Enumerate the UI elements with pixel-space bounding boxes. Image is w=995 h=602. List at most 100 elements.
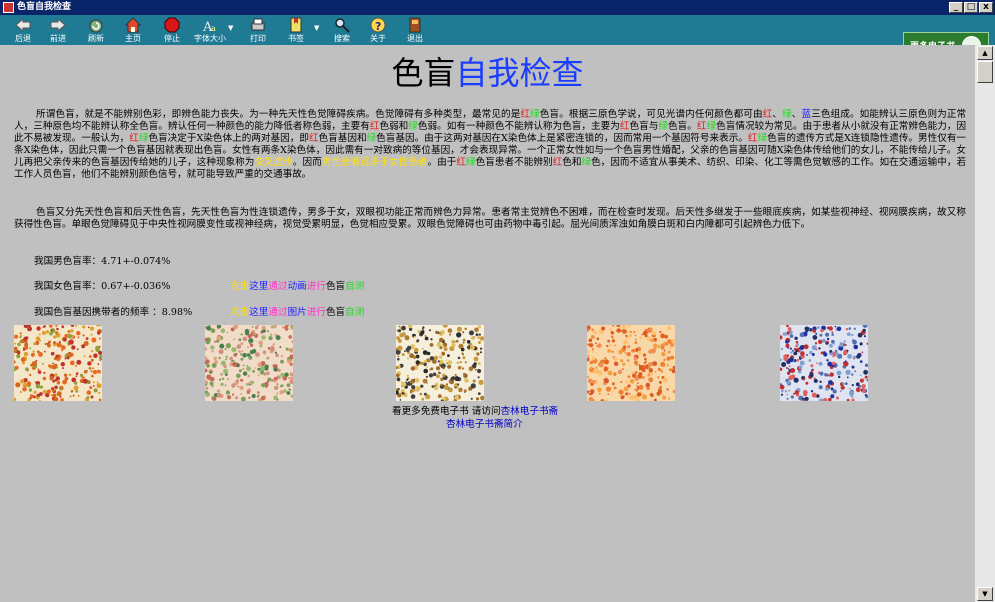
plate-dot	[38, 333, 41, 336]
picture-test-link[interactable]: 点击这里通过图片进行色盲自测	[230, 307, 364, 319]
print-button[interactable]: 打印	[238, 16, 278, 44]
minimize-button[interactable]: _	[949, 2, 963, 13]
plate-dot	[834, 325, 837, 328]
text-run: 色盲	[325, 307, 346, 318]
plate-dot	[209, 371, 213, 374]
plate-dot	[232, 393, 235, 396]
plate-dot	[592, 348, 594, 350]
plate-dot	[589, 343, 594, 348]
plate-dot	[226, 331, 229, 334]
plate-dot	[810, 364, 814, 368]
plate-dot	[285, 347, 289, 351]
plate-dot	[442, 366, 445, 370]
color-test-plate-1[interactable]	[14, 325, 102, 401]
text-run: 色盲基因。由于这两对基因在X染色体上是紧密连锁的，因而常用一个基因符号来表示。	[376, 133, 748, 144]
plate-dot	[638, 384, 644, 390]
plate-dot	[257, 374, 260, 377]
vertical-scrollbar[interactable]: ▲ ▼	[975, 45, 995, 602]
bookmark-dropdown-icon[interactable]: ▼	[314, 24, 319, 32]
plate-dot	[436, 366, 440, 371]
plate-dot	[846, 376, 849, 379]
scroll-down-icon[interactable]: ▼	[977, 587, 993, 601]
exit-button[interactable]: 退出	[395, 16, 435, 44]
plate-dot	[629, 334, 632, 337]
plate-dot	[217, 394, 219, 396]
print-icon	[251, 18, 265, 31]
plate-dot	[434, 386, 439, 390]
plate-dot	[56, 391, 62, 397]
app-icon	[3, 2, 14, 13]
page-content: 色盲自我检查 所谓色盲，就是不能辨别色彩，即辨色能力丧失。为一种先天性色觉障碍疾…	[0, 45, 975, 602]
plate-dot	[422, 378, 428, 384]
color-test-plate-4[interactable]	[587, 325, 675, 401]
plate-dot	[836, 326, 842, 332]
font-size-button[interactable]: Aa 字体大小 ▼	[190, 16, 233, 44]
plate-dot	[92, 381, 96, 384]
stop-button[interactable]: 停止	[152, 16, 192, 44]
scroll-thumb[interactable]	[977, 61, 993, 83]
plate-dot	[53, 363, 58, 368]
forward-button[interactable]: 前进	[38, 16, 78, 44]
plate-dot	[795, 344, 798, 348]
plate-dot	[838, 375, 841, 379]
plate-dot	[661, 351, 666, 357]
animation-test-link[interactable]: 点击这里通过动画进行色盲自测	[230, 281, 364, 293]
scroll-up-icon[interactable]: ▲	[977, 46, 993, 60]
plate-dot	[449, 379, 455, 385]
plate-dot	[64, 357, 67, 360]
plate-dot	[38, 352, 43, 357]
plate-dot	[786, 354, 789, 357]
plate-dot	[219, 343, 225, 349]
color-test-plate-2[interactable]	[205, 325, 293, 401]
plate-dot	[52, 366, 54, 368]
plate-dot	[54, 378, 58, 382]
plate-dot	[846, 349, 849, 352]
home-button[interactable]: 主页	[113, 16, 153, 44]
plate-dot	[61, 345, 66, 350]
search-button[interactable]: 搜索	[322, 16, 362, 44]
plate-dot	[44, 342, 47, 346]
xinglin-ebook-link[interactable]: 杏林电子书斋	[501, 406, 559, 417]
about-button[interactable]: ? 关于	[358, 16, 398, 44]
xinglin-intro-link[interactable]: 杏林电子书斋简介	[446, 419, 523, 431]
plate-dot	[97, 370, 101, 374]
plate-dot	[48, 364, 51, 368]
plate-dot	[627, 395, 630, 398]
plate-dot	[225, 390, 231, 395]
back-button[interactable]: 后退	[3, 16, 43, 44]
plate-dot	[474, 327, 479, 333]
maximize-button[interactable]: □	[964, 2, 978, 13]
plate-dot	[92, 385, 95, 387]
plate-dot	[597, 343, 602, 348]
plate-dot	[853, 327, 856, 330]
plate-dot	[97, 331, 101, 335]
bookmark-icon	[290, 17, 302, 33]
font-size-dropdown-icon[interactable]: ▼	[228, 24, 233, 32]
plate-dot	[255, 352, 260, 357]
plate-dot	[604, 378, 609, 384]
plate-dot	[29, 394, 34, 399]
plate-dot	[225, 355, 228, 359]
plate-dot	[19, 332, 22, 335]
color-test-plate-3[interactable]	[396, 325, 484, 401]
plate-dot	[847, 354, 852, 359]
plate-dot	[629, 395, 635, 401]
plate-dot	[633, 356, 638, 361]
plate-dot	[463, 389, 467, 393]
plate-dot	[249, 342, 251, 345]
plate-dot	[468, 366, 474, 371]
text-run: 红	[129, 133, 139, 144]
plate-dot	[79, 373, 84, 378]
plate-dot	[37, 370, 42, 374]
color-test-plate-5[interactable]	[780, 325, 868, 401]
plate-dot	[845, 328, 849, 331]
plate-dot	[629, 330, 632, 334]
plate-dot	[625, 392, 629, 396]
plate-dot	[404, 350, 406, 353]
bookmark-button[interactable]: 书签 ▼	[276, 16, 319, 44]
refresh-button[interactable]: 刷新	[76, 16, 116, 44]
close-button[interactable]: x	[979, 2, 993, 13]
plate-dot	[456, 361, 459, 364]
plate-dot	[469, 330, 474, 336]
plate-dot	[47, 343, 51, 348]
